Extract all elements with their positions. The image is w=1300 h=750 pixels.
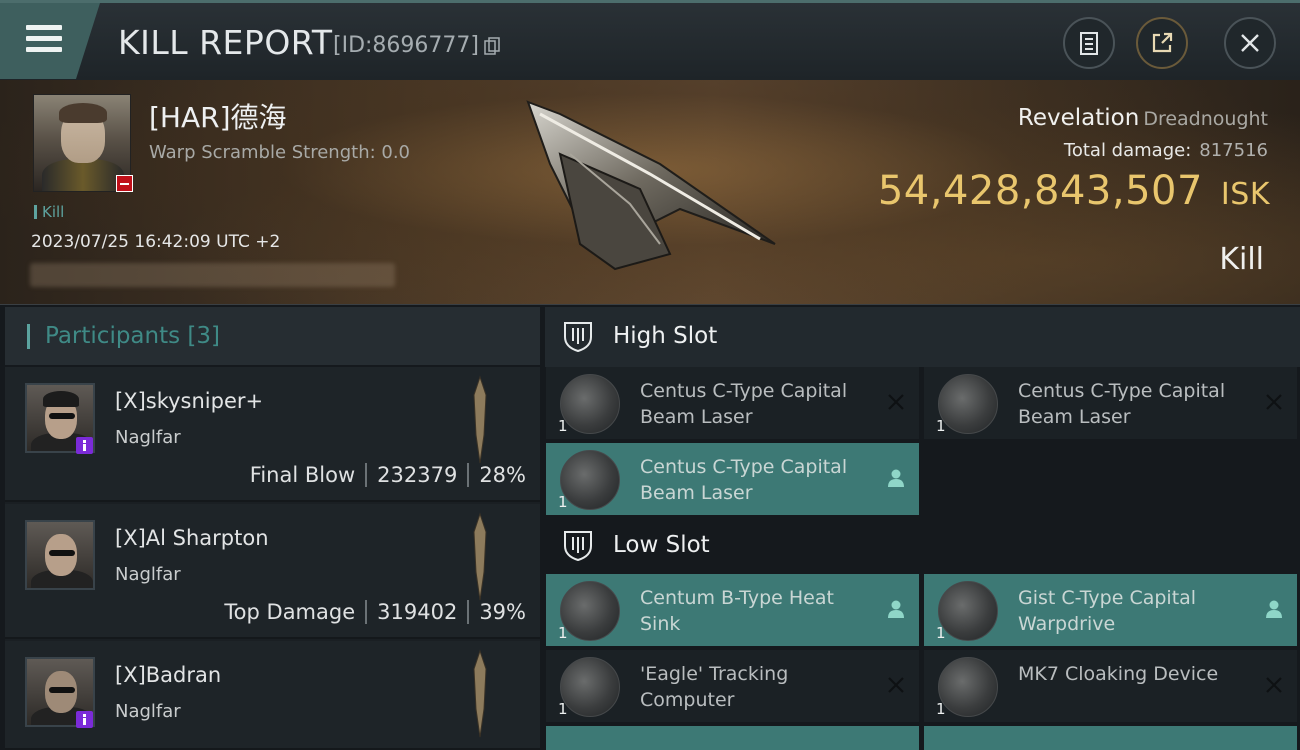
participant-name: [X]skysniper+ <box>115 389 264 413</box>
participant-name: [X]Badran <box>115 663 222 687</box>
high-slot-label: High Slot <box>613 323 718 349</box>
module-item[interactable]: 1 Centus C-Type Capital Beam Laser <box>546 443 919 515</box>
close-icon <box>1241 34 1259 52</box>
participant-ship: Naglfar <box>115 564 181 585</box>
participant-ship: Naglfar <box>115 427 181 448</box>
module-item[interactable] <box>924 726 1297 750</box>
x-icon <box>888 394 904 410</box>
module-name: Centus C-Type Capital Beam Laser <box>640 380 848 428</box>
module-item[interactable]: 1 Centum B-Type Heat Sink <box>546 574 919 646</box>
high-slot-header: High Slot <box>545 307 1300 367</box>
module-name: Gist C-Type Capital Warpdrive <box>1018 587 1197 635</box>
module-item[interactable] <box>546 726 919 750</box>
participant-ship-icon <box>473 375 487 464</box>
participant-stats: Top Damage 319402 39% <box>224 600 526 624</box>
participants-list: [X]skysniper+ Naglfar Final Blow 232379 28… <box>5 367 540 750</box>
beam-laser-icon <box>560 374 620 434</box>
isk-value: 54,428,843,507 ISK <box>877 168 1270 214</box>
participant-ship-icon <box>473 649 487 738</box>
criminal-status-icon <box>116 175 133 192</box>
report-id: [ID:8696777] <box>333 33 479 58</box>
warp-scramble-strength: Warp Scramble Strength: 0.0 <box>149 142 411 163</box>
participant-row[interactable]: [X]skysniper+ Naglfar Final Blow 232379 28… <box>5 367 540 502</box>
x-icon <box>1266 677 1282 693</box>
beam-laser-icon <box>938 374 998 434</box>
shield-slot-icon <box>564 322 592 353</box>
share-icon <box>1152 32 1173 53</box>
participant-stats: Final Blow 232379 28% <box>249 463 526 487</box>
user-icon <box>888 600 904 618</box>
cloaking-device-icon <box>938 657 998 717</box>
module-name: Centus C-Type Capital Beam Laser <box>640 456 848 504</box>
participant-row[interactable]: [X]Badran Naglfar <box>5 641 540 750</box>
module-name: 'Eagle' Tracking Computer <box>640 663 789 711</box>
module-item[interactable]: 1 'Eagle' Tracking Computer <box>546 650 919 722</box>
participant-ship-icon <box>473 512 487 601</box>
module-item[interactable]: 1 Centus C-Type Capital Beam Laser <box>546 367 919 439</box>
participants-title: Participants [3] <box>45 323 220 349</box>
x-icon <box>888 677 904 693</box>
victim-name[interactable]: [HAR]德海 <box>149 96 287 136</box>
kill-datetime: 2023/07/25 16:42:09 UTC +2 <box>31 232 281 252</box>
participants-header: Participants [3] <box>5 307 540 365</box>
module-name: Centus C-Type Capital Beam Laser <box>1018 380 1226 428</box>
report-button[interactable] <box>1063 17 1115 69</box>
module-item[interactable]: 1 MK7 Cloaking Device <box>924 650 1297 722</box>
user-icon <box>1266 600 1282 618</box>
kill-status: Kill <box>1219 242 1264 277</box>
hamburger-icon <box>26 25 62 53</box>
page-title: KILL REPORT <box>118 23 333 62</box>
heat-sink-icon <box>560 581 620 641</box>
tracking-computer-icon <box>560 657 620 717</box>
participant-name: [X]Al Sharpton <box>115 526 269 550</box>
menu-button[interactable] <box>0 3 100 79</box>
module-item[interactable]: 1 Gist C-Type Capital Warpdrive <box>924 574 1297 646</box>
badge-icon <box>76 711 93 728</box>
x-icon <box>1266 394 1282 410</box>
kill-tag: Kill <box>34 203 64 221</box>
shield-slot-icon <box>564 531 592 562</box>
kill-banner: [HAR]德海 Warp Scramble Strength: 0.0 Kill… <box>0 80 1300 305</box>
clipboard-icon <box>1080 32 1098 55</box>
module-name: MK7 Cloaking Device <box>1018 663 1219 685</box>
participant-ship: Naglfar <box>115 701 181 722</box>
badge-icon <box>76 437 93 454</box>
victim-ship-image[interactable] <box>520 94 790 274</box>
victim-ship[interactable]: Revelation Dreadnought <box>1018 105 1268 131</box>
avatar <box>25 520 95 590</box>
share-button[interactable] <box>1136 17 1188 69</box>
module-name: Centum B-Type Heat Sink <box>640 587 834 635</box>
beam-laser-icon <box>560 450 620 510</box>
warpdrive-icon <box>938 581 998 641</box>
module-item[interactable]: 1 Centus C-Type Capital Beam Laser <box>924 367 1297 439</box>
top-bar: KILL REPORT [ID:8696777] <box>0 0 1300 80</box>
low-slot-header: Low Slot <box>545 516 1300 576</box>
total-damage: Total damage: 817516 <box>1063 140 1268 161</box>
low-slot-label: Low Slot <box>613 532 710 558</box>
copy-icon[interactable] <box>484 37 500 55</box>
user-icon <box>888 469 904 487</box>
participant-row[interactable]: [X]Al Sharpton Naglfar Top Damage 319402 3… <box>5 504 540 639</box>
close-button[interactable] <box>1224 17 1276 69</box>
blurred-location <box>30 263 395 287</box>
